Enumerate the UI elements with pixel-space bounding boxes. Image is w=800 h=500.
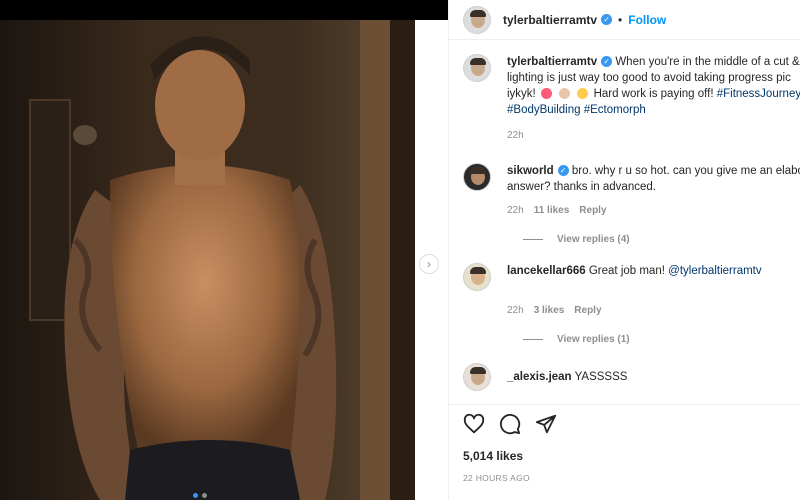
comment-icon[interactable] bbox=[499, 413, 521, 435]
share-icon[interactable] bbox=[535, 413, 557, 435]
comment-body: YASSSSS bbox=[574, 371, 628, 383]
carousel-dot-active bbox=[193, 493, 198, 498]
comment: lancekellar666 Great job man! @tylerbalt… bbox=[463, 263, 786, 291]
caption-line-3-text: Hard work is paying off! bbox=[593, 88, 714, 100]
comment-username[interactable]: _alexis.jean bbox=[507, 371, 572, 383]
action-icons bbox=[449, 405, 800, 435]
reply-button[interactable]: Reply bbox=[574, 305, 601, 316]
post-photo-illustration bbox=[0, 20, 415, 500]
caption-line-3-prefix: iykyk! bbox=[507, 88, 536, 100]
commenter-avatar[interactable] bbox=[463, 263, 491, 291]
caption-line-2: lighting is just way too good to avoid t… bbox=[507, 72, 791, 84]
comment: sikworld ✓ bro. why r u so hot. can you g… bbox=[463, 163, 800, 195]
post-header: tylerbaltierramtv ✓ • Follow bbox=[449, 0, 800, 40]
likes-count[interactable]: 5,014 likes bbox=[463, 449, 787, 463]
view-replies-button[interactable]: View replies (1) bbox=[523, 334, 786, 345]
caption-time[interactable]: 22h bbox=[507, 130, 524, 141]
flexed-biceps-emoji-icon bbox=[559, 88, 571, 100]
comment-line-1: bro. why r u so hot. can you give me an … bbox=[571, 165, 800, 177]
carousel-dot bbox=[202, 493, 207, 498]
caption-avatar[interactable] bbox=[463, 54, 491, 82]
verified-badge-icon: ✓ bbox=[601, 14, 613, 25]
comment: _alexis.jean YASSSSS bbox=[463, 363, 786, 391]
reply-button[interactable]: Reply bbox=[579, 205, 606, 216]
replies-divider bbox=[523, 239, 543, 240]
comment-likes[interactable]: 3 likes bbox=[534, 305, 565, 316]
commenter-avatar[interactable] bbox=[463, 163, 491, 191]
author-avatar[interactable] bbox=[463, 5, 491, 34]
post-timestamp[interactable]: 22 HOURS AGO bbox=[463, 473, 787, 483]
comment-meta: 22h 3 likes Reply bbox=[507, 305, 786, 316]
heart-icon[interactable] bbox=[463, 413, 485, 435]
comment-text: lancekellar666 Great job man! @tylerbalt… bbox=[507, 263, 762, 291]
caption: tylerbaltierramtv ✓ When you're in the mi… bbox=[463, 54, 800, 118]
hashtag-link[interactable]: #Ectomorph bbox=[584, 104, 646, 116]
comment-time[interactable]: 22h bbox=[507, 205, 524, 216]
comment-username[interactable]: lancekellar666 bbox=[507, 265, 586, 277]
mention-link[interactable]: @tylerbaltierramtv bbox=[668, 265, 761, 277]
hashtag-link[interactable]: #FitnessJourney bbox=[717, 88, 800, 100]
verified-badge-icon: ✓ bbox=[557, 165, 569, 177]
commenter-avatar[interactable] bbox=[463, 363, 491, 391]
verified-badge-icon: ✓ bbox=[601, 56, 613, 68]
comment-meta: 22h 11 likes Reply bbox=[507, 205, 786, 216]
view-replies-label: View replies (1) bbox=[557, 334, 630, 345]
comment-text: sikworld ✓ bro. why r u so hot. can you g… bbox=[507, 163, 800, 195]
comments-list: tylerbaltierramtv ✓ When you're in the mi… bbox=[449, 40, 800, 391]
comment-body: Great job man! bbox=[588, 265, 665, 277]
post-actions: 5,014 likes 22 HOURS AGO bbox=[449, 404, 800, 500]
caption-text: tylerbaltierramtv ✓ When you're in the mi… bbox=[507, 54, 800, 118]
carousel-next-button[interactable]: › bbox=[419, 254, 439, 274]
view-replies-button[interactable]: View replies (4) bbox=[523, 234, 786, 245]
carousel-indicator bbox=[193, 493, 207, 498]
comment-time[interactable]: 22h bbox=[507, 305, 524, 316]
comment-likes[interactable]: 11 likes bbox=[534, 205, 570, 216]
media-top-bar bbox=[0, 0, 448, 20]
comment-username[interactable]: sikworld bbox=[507, 165, 554, 177]
caption-line-1: When you're in the middle of a cut & bbox=[615, 56, 800, 68]
hashtag-link[interactable]: #BodyBuilding bbox=[507, 104, 581, 116]
comment-line-2: answer? thanks in advanced. bbox=[507, 181, 656, 193]
view-replies-label: View replies (4) bbox=[557, 234, 630, 245]
replies-divider bbox=[523, 339, 543, 340]
heart-eyes-emoji-icon bbox=[540, 88, 552, 100]
caption-meta: 22h bbox=[507, 130, 786, 141]
author-username[interactable]: tylerbaltierramtv bbox=[503, 13, 597, 27]
chevron-right-icon: › bbox=[427, 257, 431, 271]
header-separator: • bbox=[618, 12, 623, 27]
post-image[interactable] bbox=[0, 20, 415, 500]
hot-face-emoji-icon bbox=[577, 88, 589, 100]
follow-button[interactable]: Follow bbox=[628, 13, 666, 27]
caption-username[interactable]: tylerbaltierramtv bbox=[507, 56, 597, 68]
post-side-panel: tylerbaltierramtv ✓ • Follow tylerbaltie… bbox=[448, 0, 800, 500]
comment-text: _alexis.jean YASSSSS bbox=[507, 369, 627, 391]
